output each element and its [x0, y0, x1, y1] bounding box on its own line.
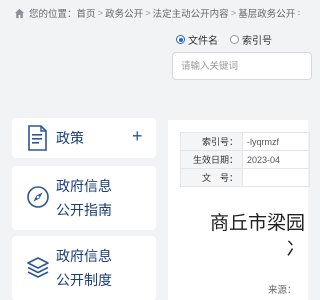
- radio-index-number-label: 索引号: [242, 36, 272, 47]
- table-row: 文 号：: [180, 168, 310, 187]
- meta-value: 2023-04: [242, 150, 310, 169]
- radio-filename-label: 文件名: [188, 36, 218, 47]
- meta-key: 生效日期：: [180, 150, 243, 169]
- sidebar-item-label: 政策: [56, 130, 84, 146]
- table-row: 生效日期： 2023-04: [180, 150, 310, 169]
- breadcrumb: 您的位置： 首页 > 政务公开 > 法定主动公开内容 > 基层政务公开 > 食品: [0, 0, 300, 26]
- breadcrumb-separator: >: [230, 7, 237, 19]
- search-panel: 文件名 索引号: [158, 28, 312, 84]
- sidebar-item-label-line2: 公开指南: [56, 202, 112, 218]
- search-type-radio-group: 文件名 索引号: [176, 32, 272, 47]
- layers-icon: [27, 257, 49, 278]
- sidebar-item-policy[interactable]: 政策 +: [12, 118, 156, 158]
- breadcrumb-item-home[interactable]: 首页: [77, 6, 96, 20]
- table-row: 索引号： -lyqrmzf: [180, 132, 310, 151]
- radio-option-filename[interactable]: 文件名: [176, 32, 218, 47]
- sidebar-item-rules[interactable]: 政府信息 公开制度: [12, 236, 156, 300]
- sidebar-item-label-line2: 公开制度: [56, 272, 112, 288]
- breadcrumb-separator: >: [297, 8, 300, 19]
- meta-value: [242, 168, 310, 187]
- sidebar-item-label: 政府信息: [56, 178, 112, 194]
- radio-index-number[interactable]: [230, 35, 239, 44]
- sidebar-item-guide[interactable]: 政府信息 公开指南: [12, 166, 156, 230]
- breadcrumb-prefix: 您的位置：: [29, 9, 77, 20]
- radio-filename[interactable]: [176, 35, 185, 44]
- meta-key: 索引号：: [180, 132, 243, 151]
- breadcrumb-separator: >: [145, 7, 151, 19]
- sidebar-item-label: 政府信息: [56, 248, 112, 264]
- compass-icon: [27, 186, 49, 208]
- home-icon: [14, 8, 25, 18]
- breadcrumb-item-gov-affairs[interactable]: 政务公开: [105, 6, 143, 20]
- breadcrumb-item-grassroots[interactable]: 基层政务公开: [238, 6, 295, 20]
- plus-icon[interactable]: +: [132, 124, 143, 148]
- radio-option-index-number[interactable]: 索引号: [230, 32, 272, 47]
- meta-key: 文 号：: [180, 168, 243, 187]
- document-icon: [28, 125, 47, 151]
- meta-value: -lyqrmzf: [242, 132, 310, 151]
- search-input[interactable]: [172, 52, 312, 80]
- document-title: 商丘市梁园: [210, 213, 306, 234]
- document-meta-table: 索引号： -lyqrmzf 生效日期： 2023-04 文 号：: [180, 132, 310, 187]
- document-title-line2: 冫: [286, 239, 306, 260]
- breadcrumb-item-statutory[interactable]: 法定主动公开内容: [153, 6, 229, 20]
- document-source-label: 来源：: [268, 285, 297, 296]
- breadcrumb-separator: >: [97, 7, 104, 19]
